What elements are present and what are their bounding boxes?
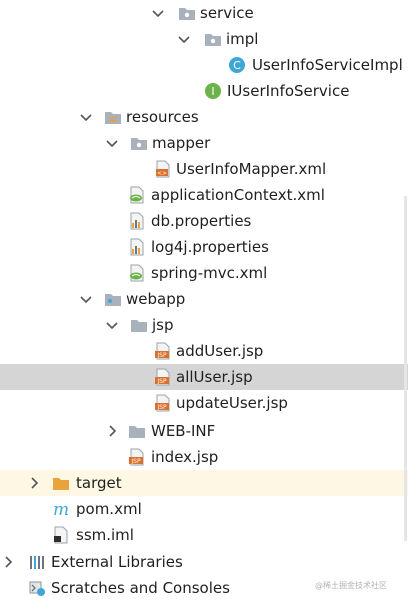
maven-icon: m <box>52 500 70 518</box>
chevron-right-icon[interactable] <box>104 422 120 440</box>
folder-icon <box>130 316 148 334</box>
java-class-icon: C <box>228 56 246 74</box>
tree-item-resources[interactable]: resources <box>0 104 408 130</box>
tree-item-label: impl <box>226 30 259 48</box>
vertical-scrollbar[interactable] <box>404 196 407 541</box>
tree-item-label: pom.xml <box>76 500 142 518</box>
tree-item-web-inf[interactable]: WEB-INF <box>0 418 408 444</box>
chevron-right-icon[interactable] <box>0 553 16 571</box>
chevron-down-icon[interactable] <box>78 290 94 308</box>
tree-item-label: spring-mvc.xml <box>151 264 268 282</box>
tree-item-label: resources <box>126 108 199 126</box>
tree-item-label: jsp <box>152 316 174 334</box>
iml-file-icon <box>52 526 70 544</box>
jsp-file-icon: JSP <box>154 368 172 386</box>
tree-item-label: webapp <box>126 290 186 308</box>
tree-item-service[interactable]: service <box>0 0 408 26</box>
svg-text:JSP: JSP <box>130 458 141 465</box>
tree-item-label: UserInfoMapper.xml <box>176 160 327 178</box>
tree-item-label: db.properties <box>151 212 252 230</box>
tree-item-label: index.jsp <box>151 448 219 466</box>
tree-item-impl[interactable]: impl <box>0 26 408 52</box>
excluded-folder-icon <box>52 474 70 492</box>
package-folder-icon <box>130 134 148 152</box>
tree-item-target[interactable]: target <box>0 470 408 496</box>
svg-text:C: C <box>233 59 241 72</box>
tree-item-label: addUser.jsp <box>176 342 264 360</box>
tree-item-log4j-properties[interactable]: log4j.properties <box>0 234 408 260</box>
tree-item-label: target <box>76 474 122 492</box>
tree-item-updateuser-jsp[interactable]: JSP updateUser.jsp <box>0 390 408 416</box>
svg-text:JSP: JSP <box>156 404 167 411</box>
jsp-file-icon: JSP <box>154 342 172 360</box>
svg-text:<>: <> <box>157 170 167 177</box>
svg-text:m: m <box>53 500 69 518</box>
tree-item-label: mapper <box>152 134 211 152</box>
tree-item-index-jsp[interactable]: JSP index.jsp <box>0 444 408 470</box>
svg-text:JSP: JSP <box>156 352 167 359</box>
scratches-icon <box>28 579 46 597</box>
tree-item-label: updateUser.jsp <box>176 394 288 412</box>
jsp-file-icon: JSP <box>154 394 172 412</box>
tree-item-mapper[interactable]: mapper <box>0 130 408 156</box>
tree-item-iuserinfoservice[interactable]: I IUserInfoService <box>0 78 408 104</box>
xml-file-icon: <> <box>154 160 172 178</box>
properties-file-icon <box>128 238 146 256</box>
svg-text:JSP: JSP <box>156 378 167 385</box>
tree-item-label: log4j.properties <box>151 238 269 256</box>
tree-item-spring-mvc-xml[interactable]: spring-mvc.xml <box>0 260 408 286</box>
tree-item-pom-xml[interactable]: m pom.xml <box>0 496 408 522</box>
watermark: @稀土掘金技术社区 <box>315 581 387 590</box>
tree-item-userinfomapper-xml[interactable]: <> UserInfoMapper.xml <box>0 156 408 182</box>
package-folder-icon <box>204 30 222 48</box>
spring-xml-icon <box>128 186 146 204</box>
chevron-down-icon[interactable] <box>176 30 192 48</box>
tree-item-label: UserInfoServiceImpl <box>252 56 403 74</box>
tree-item-applicationcontext-xml[interactable]: applicationContext.xml <box>0 182 408 208</box>
tree-item-label: ssm.iml <box>76 526 134 544</box>
svg-text:I: I <box>211 85 214 98</box>
tree-item-label: applicationContext.xml <box>151 186 325 204</box>
chevron-down-icon[interactable] <box>150 4 166 22</box>
tree-item-label: allUser.jsp <box>176 368 253 386</box>
project-tree-panel: { "tree": { "items": [ {"label": "servic… <box>0 0 408 601</box>
chevron-down-icon[interactable] <box>104 134 120 152</box>
tree-item-label: service <box>200 4 254 22</box>
tree-item-label: WEB-INF <box>151 422 216 440</box>
spring-xml-icon <box>128 264 146 282</box>
tree-item-adduser-jsp[interactable]: JSP addUser.jsp <box>0 338 408 364</box>
tree-item-label: External Libraries <box>51 553 183 571</box>
package-folder-icon <box>178 4 196 22</box>
tree-item-label: IUserInfoService <box>227 82 350 100</box>
web-folder-icon <box>104 290 122 308</box>
tree-item-ssm-iml[interactable]: ssm.iml <box>0 522 408 548</box>
folder-icon <box>128 422 146 440</box>
properties-file-icon <box>128 212 146 230</box>
tree-item-external-libraries[interactable]: External Libraries <box>0 549 408 575</box>
libraries-icon <box>28 553 46 571</box>
chevron-right-icon[interactable] <box>26 474 42 492</box>
chevron-down-icon[interactable] <box>78 108 94 126</box>
tree-item-userinfoserviceimpl[interactable]: C UserInfoServiceImpl <box>0 52 408 78</box>
tree-item-label: Scratches and Consoles <box>51 579 230 597</box>
tree-item-jsp[interactable]: jsp <box>0 312 408 338</box>
tree-item-webapp[interactable]: webapp <box>0 286 408 312</box>
java-interface-icon: I <box>204 82 222 100</box>
resources-folder-icon <box>104 108 122 126</box>
jsp-file-icon: JSP <box>128 448 146 466</box>
tree-item-db-properties[interactable]: db.properties <box>0 208 408 234</box>
chevron-down-icon[interactable] <box>104 316 120 334</box>
tree-item-alluser-jsp[interactable]: JSP allUser.jsp <box>0 364 408 390</box>
